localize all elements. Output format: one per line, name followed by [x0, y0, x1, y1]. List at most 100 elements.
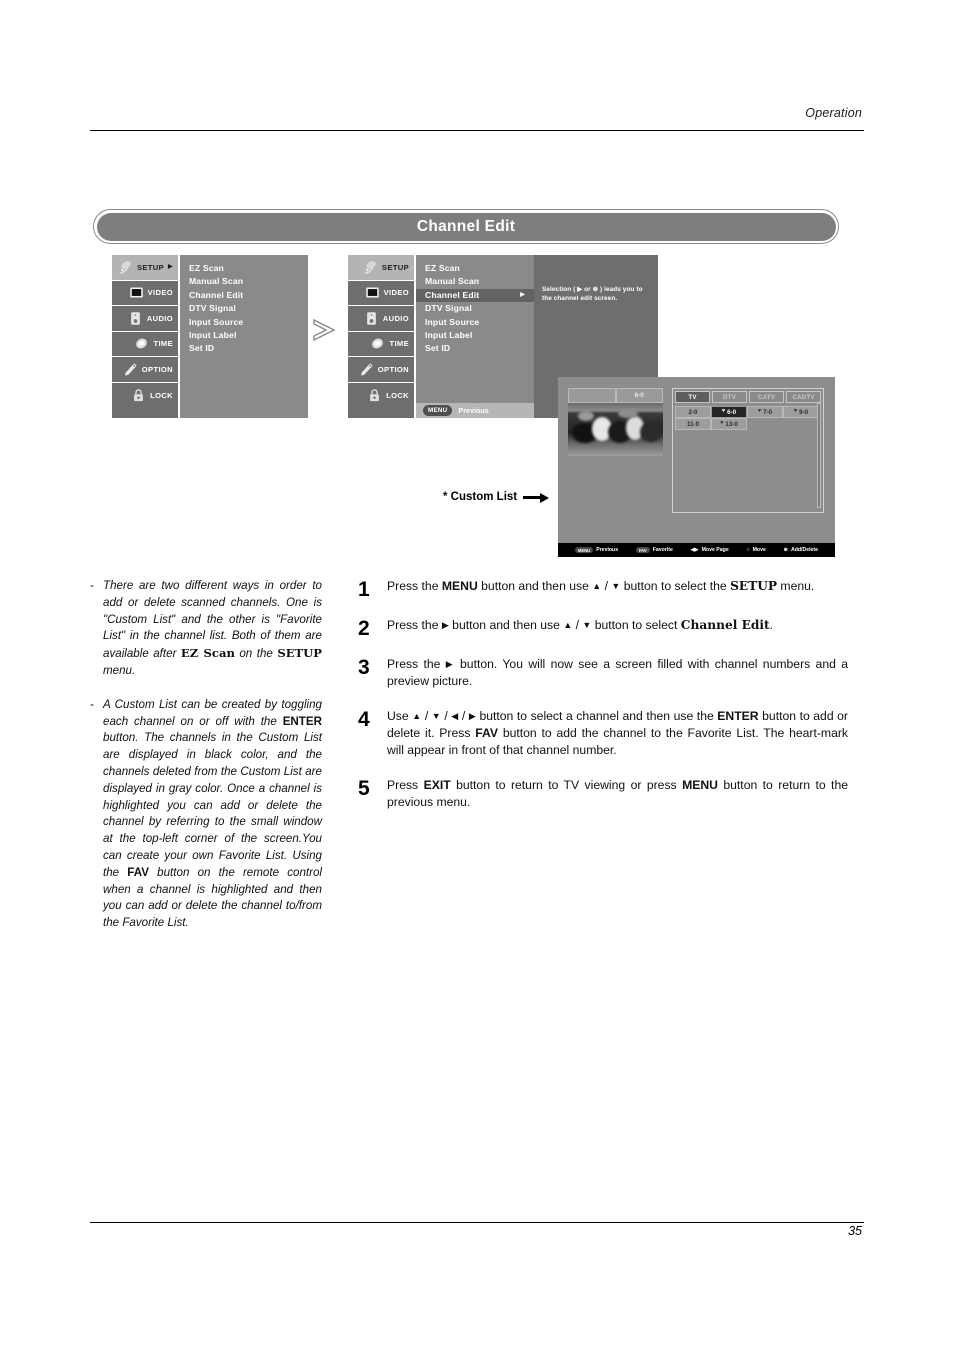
- speaker-icon: [128, 311, 143, 326]
- osd-menu-item-set-id[interactable]: Set ID: [180, 342, 308, 355]
- preview-window: 6-0: [568, 388, 663, 456]
- osd-menu-item-ez-scan[interactable]: EZ Scan: [416, 262, 534, 275]
- channel-tab-dtv[interactable]: DTV: [712, 391, 747, 404]
- menu-button-pill[interactable]: MENU: [423, 405, 453, 416]
- step-text: Press the MENU button and then use ▲ / ▼…: [387, 578, 848, 600]
- note-text: A Custom List can be created by toggling…: [103, 697, 322, 932]
- body-text: menu.: [777, 579, 815, 593]
- body-text: on the: [234, 647, 278, 661]
- osd-menu-list-col: EZ Scan Manual Scan Channel Edit ▶ DTV Signa…: [416, 255, 534, 418]
- clock-icon: [370, 336, 385, 351]
- direction-arrow-icon: ▼: [431, 710, 441, 721]
- osd-menu-item-dtv-signal[interactable]: DTV Signal: [180, 302, 308, 315]
- preview-channel-label: 6-0: [615, 388, 663, 403]
- hint-label: Favorite: [652, 547, 673, 553]
- hint-previous: MENU Previous: [574, 546, 618, 554]
- osd-sidebar-item-setup[interactable]: SETUP: [348, 255, 414, 281]
- osd-menu-item-label: Input Source: [189, 316, 244, 327]
- step-item: 3 Press the ▶ button. You will now see a …: [358, 656, 848, 691]
- hint-favorite: FAV Favorite: [635, 546, 673, 554]
- channel-grid: 2-0 ♥ 6-0 ♥ 7-0 ♥ 9-0 11-0 ♥ 13-0: [673, 405, 823, 431]
- menu-name-text: EZ Scan: [180, 646, 235, 661]
- osd-menu-item-label: Channel Edit: [189, 289, 244, 300]
- channel-cell[interactable]: ♥ 13-0: [711, 418, 747, 431]
- body-text: Press the: [387, 618, 442, 632]
- direction-arrow-icon: ▲: [563, 620, 573, 630]
- body-text: button and then use: [448, 618, 564, 632]
- osd-menu-item-input-source[interactable]: Input Source: [416, 316, 534, 329]
- body-text: /: [458, 708, 469, 723]
- osd-sidebar-item-lock[interactable]: LOCK: [112, 383, 178, 409]
- channel-tab-cadtv[interactable]: CADTV: [786, 391, 821, 404]
- footer-divider: [90, 1222, 864, 1223]
- channel-cell[interactable]: 2-0: [675, 406, 711, 419]
- steps-column: 1 Press the MENU button and then use ▲ / …: [358, 578, 848, 828]
- osd-menu-item-dtv-signal[interactable]: DTV Signal: [416, 302, 534, 315]
- osd-sidebar-label: AUDIO: [146, 313, 173, 323]
- step-text: Use ▲ / ▼ / ◀ / ▶ button to select a cha…: [387, 708, 848, 760]
- menu-previous-label: Previous: [458, 406, 489, 415]
- osd-sidebar-item-lock[interactable]: LOCK: [348, 383, 414, 409]
- osd-sidebar-item-time[interactable]: TIME: [348, 332, 414, 357]
- osd-sidebar-label: TIME: [153, 339, 173, 349]
- osd-menu-item-label: Channel Edit: [425, 289, 480, 300]
- osd-menu-item-channel-edit[interactable]: Channel Edit ▶: [416, 288, 534, 303]
- body-text: Press the: [387, 579, 442, 593]
- emphasis-text: MENU: [682, 777, 718, 792]
- osd-menu-step1: SETUP ▶ VIDEO AUDIO TIME OPTION LOCK EZ S…: [112, 255, 308, 418]
- channel-cell[interactable]: ♥ 6-0: [711, 406, 747, 419]
- osd-sidebar-label: AUDIO: [382, 313, 409, 323]
- tv-channel-edit-screen: 6-0 TV DTV CATV CADTV 2-0 ♥ 6-0 ♥ 7-0 ♥ 9-0 11-0 ♥ 1…: [558, 377, 835, 557]
- hint-add-delete: ⊛ Add/Delete: [784, 547, 818, 553]
- body-text: /: [572, 618, 583, 632]
- osd-menu-item-manual-scan[interactable]: Manual Scan: [180, 275, 308, 288]
- satellite-dish-icon: [118, 260, 133, 275]
- body-text: Press: [387, 777, 424, 792]
- body-text: Press the: [387, 657, 446, 671]
- osd-sidebar-item-option[interactable]: OPTION: [348, 357, 414, 383]
- chevron-right-icon: ▶: [168, 264, 173, 271]
- channel-tab-tv[interactable]: TV: [675, 391, 710, 404]
- preview-image-horse-racing: [568, 403, 663, 456]
- channel-list-scrollbar[interactable]: [817, 403, 821, 508]
- body-text: /: [440, 708, 452, 723]
- channel-cell[interactable]: ♥ 9-0: [783, 406, 819, 419]
- osd-menu-item-input-source[interactable]: Input Source: [180, 316, 308, 329]
- osd-menu-item-label: Input Source: [425, 316, 480, 327]
- preview-header: 6-0: [568, 388, 663, 403]
- body-text: /: [421, 708, 432, 723]
- osd-menu-item-input-label[interactable]: Input Label: [416, 329, 534, 342]
- channel-cell[interactable]: 11-0: [675, 418, 711, 431]
- osd-sidebar-item-audio[interactable]: AUDIO: [112, 306, 178, 332]
- note-bullet: -: [90, 697, 94, 711]
- osd-menu-item-label: DTV Signal: [189, 303, 236, 314]
- osd-sidebar-item-setup[interactable]: SETUP ▶: [112, 255, 178, 281]
- note-bullet: -: [90, 579, 94, 592]
- osd-menu-item-manual-scan[interactable]: Manual Scan: [416, 275, 534, 288]
- emphasis-text: EXIT: [423, 777, 451, 792]
- channel-source-tabs: TV DTV CATV CADTV: [673, 389, 823, 405]
- osd-sidebar-item-video[interactable]: VIDEO: [348, 281, 414, 306]
- osd-menu-item-ez-scan[interactable]: EZ Scan: [180, 262, 308, 275]
- osd-menu-list: EZ Scan Manual Scan Channel Edit DTV Signal…: [180, 255, 308, 418]
- preview-blank-cell: [568, 388, 616, 403]
- body-text: button. You will now see a screen filled…: [387, 657, 849, 689]
- osd-sidebar-2: SETUP VIDEO AUDIO TIME OPTION LOCK: [348, 255, 416, 418]
- direction-arrow-icon: ▶: [468, 710, 476, 721]
- step-text: Press the ▶ button and then use ▲ / ▼ bu…: [387, 617, 848, 639]
- osd-sidebar-item-audio[interactable]: AUDIO: [348, 306, 414, 332]
- body-text: button to select a channel and then use …: [475, 708, 718, 723]
- body-text: button to select: [591, 618, 681, 632]
- channel-number: 6-0: [727, 408, 737, 416]
- osd-sidebar-item-option[interactable]: OPTION: [112, 357, 178, 383]
- channel-tab-catv[interactable]: CATV: [749, 391, 784, 404]
- channel-cell[interactable]: ♥ 7-0: [747, 406, 783, 419]
- body-text: menu.: [103, 663, 136, 677]
- osd-menu-item-channel-edit[interactable]: Channel Edit: [180, 289, 308, 302]
- osd-sidebar-item-time[interactable]: TIME: [112, 332, 178, 357]
- hint-move: ○ Move: [746, 547, 765, 553]
- osd-menu-item-set-id[interactable]: Set ID: [416, 342, 534, 355]
- osd-menu-item-input-label[interactable]: Input Label: [180, 329, 308, 342]
- emphasis-text: FAV: [127, 865, 149, 879]
- osd-sidebar-item-video[interactable]: VIDEO: [112, 281, 178, 306]
